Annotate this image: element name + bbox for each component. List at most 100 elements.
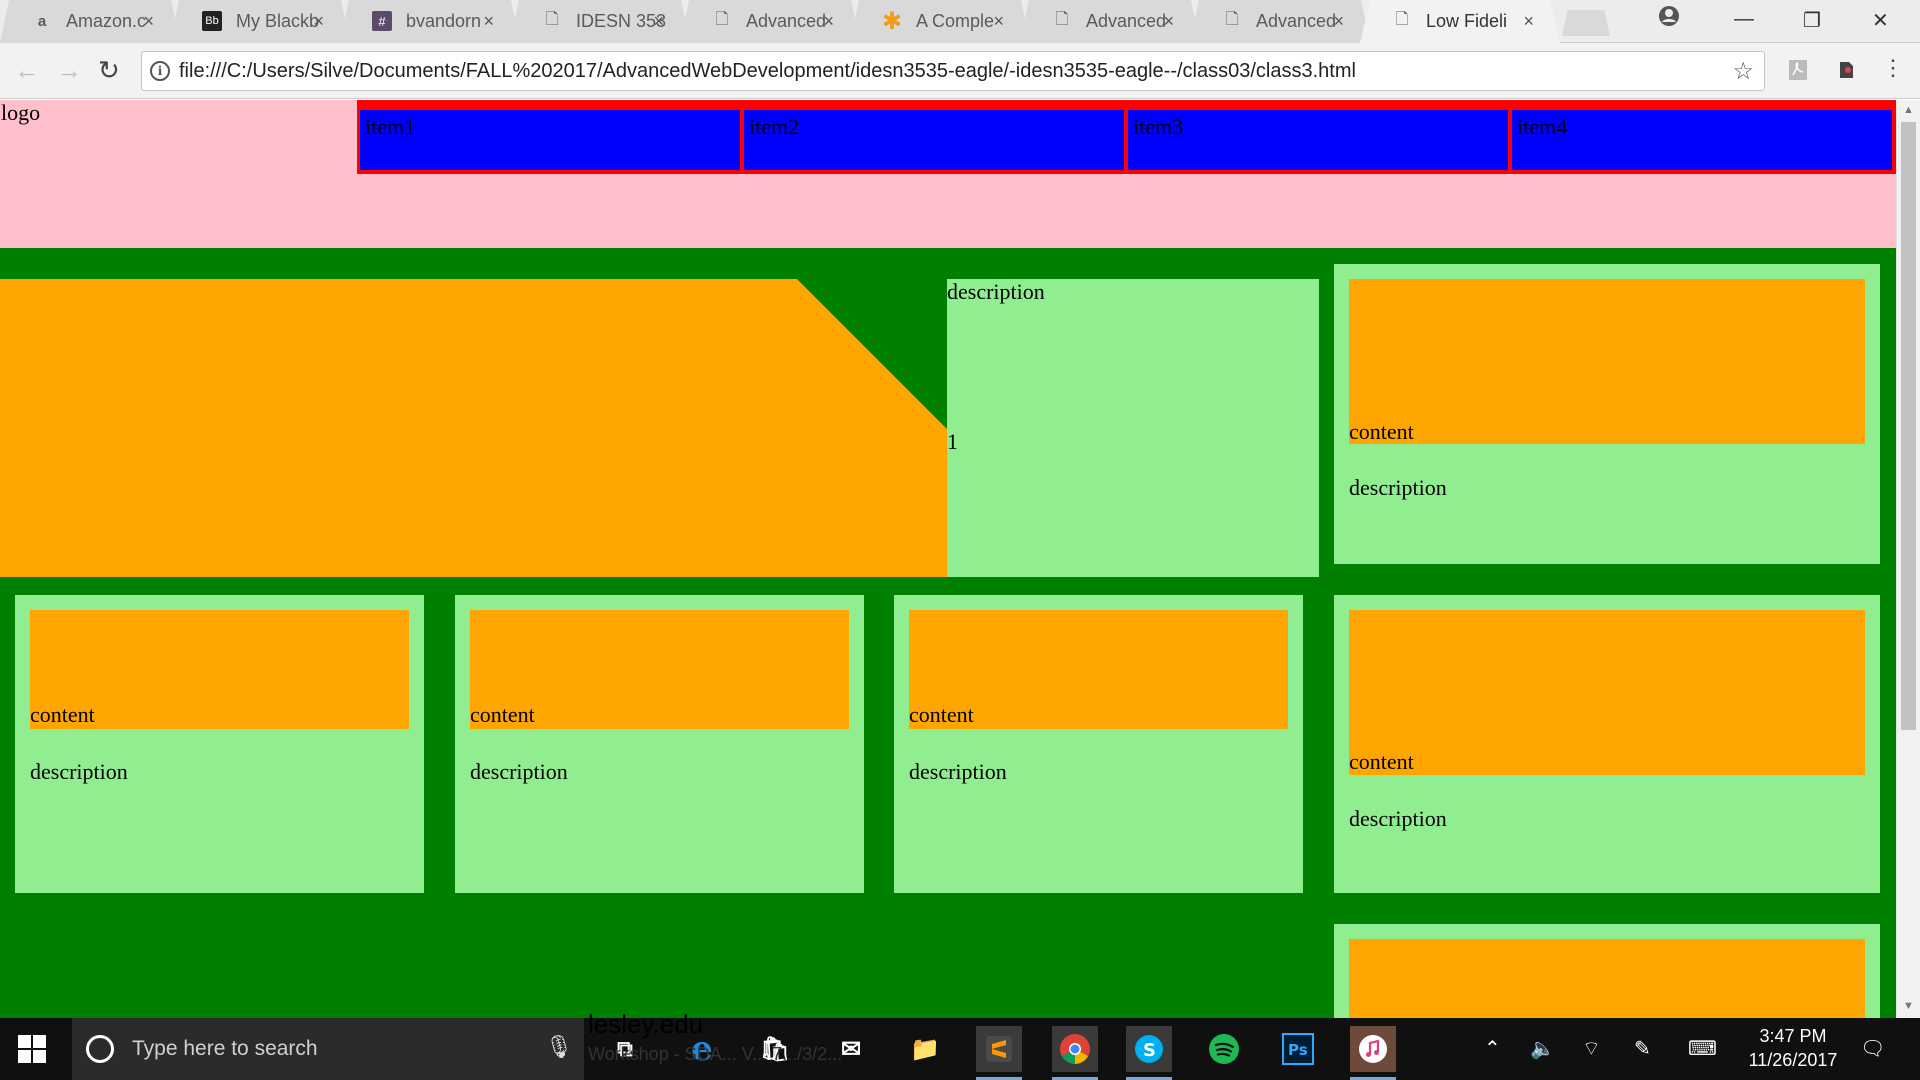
nav-item-label: item1 — [365, 114, 416, 139]
tab-advanced-2[interactable]: 🗋 Advanced × — [1020, 0, 1200, 43]
tab-amazon[interactable]: a Amazon.c × — [0, 0, 180, 43]
card-bottom-1: content description — [15, 595, 424, 893]
close-icon[interactable]: × — [313, 11, 324, 32]
close-icon[interactable]: × — [143, 11, 154, 32]
tab-low-fidelity[interactable]: 🗋 Low Fideli × — [1360, 0, 1560, 43]
chrome-icon[interactable] — [1052, 1026, 1098, 1080]
action-center-icon[interactable]: 🗨 — [1860, 1036, 1885, 1061]
windows-start-icon[interactable] — [18, 1035, 46, 1063]
address-url[interactable]: file:///C:/Users/Silve/Documents/FALL%20… — [179, 60, 1356, 83]
card-media — [1349, 610, 1865, 775]
back-icon[interactable]: ← — [14, 55, 40, 86]
minimize-icon[interactable]: — — [1734, 8, 1754, 31]
scroll-up-arrow-icon[interactable]: ▲ — [1903, 104, 1914, 116]
slack-icon: # — [372, 11, 392, 31]
page-scrollbar[interactable]: ▲ ▼ — [1896, 100, 1920, 1018]
page-icon: 🗋 — [1055, 10, 1069, 28]
tab-slack[interactable]: # bvandorn × — [340, 0, 520, 43]
info-icon[interactable]: i — [150, 61, 170, 81]
file-explorer-icon[interactable]: 📁 — [902, 1026, 948, 1072]
scroll-down-arrow-icon[interactable]: ▼ — [1903, 1000, 1914, 1012]
nav-item-4[interactable]: item4 — [1512, 110, 1892, 170]
card-content: content — [1349, 419, 1414, 444]
card-description: description — [30, 759, 128, 784]
windows-taskbar: Type here to search 🎙 ⧉ e 🛍 ✉ 📁 S Ps ⌃ 🔈… — [0, 1018, 1920, 1080]
hero-text-panel: description 1 — [947, 279, 1319, 577]
nav-item-3[interactable]: item3 — [1128, 110, 1508, 170]
tab-blackboard[interactable]: Bb My Blackb × — [170, 0, 350, 43]
close-icon[interactable]: × — [483, 11, 494, 32]
pdf-extension-icon[interactable] — [1786, 58, 1810, 82]
close-icon[interactable]: × — [1523, 11, 1534, 32]
close-icon[interactable]: × — [1163, 11, 1174, 32]
taskbar-search[interactable]: Type here to search 🎙 — [72, 1018, 584, 1080]
card-content: content — [470, 702, 535, 727]
address-bar[interactable]: i file:///C:/Users/Silve/Documents/FALL%… — [141, 51, 1765, 91]
clock-date: 11/26/2017 — [1748, 1050, 1838, 1070]
touch-keyboard-icon[interactable]: ⌨ — [1688, 1036, 1717, 1061]
volume-icon[interactable]: 🔈 — [1530, 1036, 1555, 1061]
forward-icon[interactable]: → — [56, 55, 82, 86]
network-icon[interactable]: ⌔ — [1582, 1036, 1601, 1061]
search-placeholder[interactable]: Type here to search — [132, 1037, 318, 1061]
clock-time: 3:47 PM — [1759, 1026, 1827, 1046]
card-description: description — [909, 759, 1007, 784]
cortana-icon[interactable] — [86, 1035, 114, 1063]
spotify-icon[interactable] — [1201, 1026, 1247, 1072]
profile-icon[interactable] — [1658, 5, 1680, 33]
bookmark-star-icon[interactable]: ☆ — [1732, 57, 1754, 86]
svg-text:S: S — [1143, 1040, 1156, 1061]
page-icon: 🗋 — [545, 10, 559, 28]
sublime-text-icon[interactable] — [976, 1026, 1022, 1080]
page-icon: 🗋 — [715, 10, 729, 28]
tray-overflow-chevron-icon[interactable]: ⌃ — [1484, 1036, 1501, 1061]
hero-description: description — [947, 279, 1045, 304]
background-window-text: lesley.edu — [588, 1009, 704, 1039]
menu-kebab-icon[interactable]: ⋮ — [1882, 55, 1904, 81]
new-tab-button[interactable] — [1562, 10, 1610, 36]
card-description: description — [1349, 806, 1447, 831]
window-close-icon[interactable]: ✕ — [1872, 8, 1889, 33]
tab-complete[interactable]: ✱ A Comple × — [850, 0, 1030, 43]
card-content: content — [1349, 749, 1414, 774]
close-icon[interactable]: × — [1333, 11, 1344, 32]
main-nav: item1 item2 item3 item4 — [357, 100, 1896, 174]
evernote-extension-icon[interactable] — [1834, 58, 1858, 82]
main-content: description 1 content description conten… — [0, 248, 1896, 1018]
close-icon[interactable]: × — [823, 11, 834, 32]
nav-item-label: item3 — [1133, 114, 1184, 139]
tab-title: Low Fideli — [1426, 11, 1508, 31]
reload-icon[interactable]: ↻ — [98, 55, 120, 86]
tab-advanced-1[interactable]: 🗋 Advanced × — [680, 0, 860, 43]
page-icon: 🗋 — [1225, 10, 1239, 28]
system-clock[interactable]: 3:47 PM 11/26/2017 — [1738, 1024, 1848, 1072]
browser-toolbar: ← → ↻ i file:///C:/Users/Silve/Documents… — [0, 43, 1920, 99]
nav-item-label: item4 — [1517, 114, 1568, 139]
close-icon[interactable]: × — [653, 11, 664, 32]
nav-item-label: item2 — [749, 114, 800, 139]
card-media — [1349, 939, 1865, 1018]
close-icon[interactable]: × — [993, 11, 1004, 32]
pen-workspace-icon[interactable]: ✎ — [1634, 1036, 1651, 1061]
card-side-3 — [1334, 924, 1880, 1018]
skype-icon[interactable]: S — [1126, 1026, 1172, 1080]
card-content: content — [30, 702, 95, 727]
tab-strip: a Amazon.c × Bb My Blackb × # bvandorn ×… — [0, 0, 1920, 43]
nav-item-2[interactable]: item2 — [744, 110, 1124, 170]
tab-idesn[interactable]: 🗋 IDESN 353 × — [510, 0, 690, 43]
nav-item-1[interactable]: item1 — [360, 110, 740, 170]
tab-advanced-3[interactable]: 🗋 Advanced × — [1190, 0, 1370, 43]
card-side-1: content description — [1334, 264, 1880, 564]
itunes-icon[interactable] — [1350, 1026, 1396, 1080]
microphone-icon[interactable]: 🎙 — [545, 1034, 573, 1060]
card-media — [1349, 279, 1865, 444]
page-viewport: logo item1 item2 item3 item4 description… — [0, 100, 1896, 1018]
scroll-thumb[interactable] — [1901, 122, 1916, 730]
restore-icon[interactable]: ❐ — [1803, 8, 1821, 33]
svg-text:Ps: Ps — [1288, 1041, 1308, 1059]
blackboard-icon: Bb — [202, 11, 222, 31]
logo: logo — [1, 100, 41, 125]
card-description: description — [470, 759, 568, 784]
card-description: description — [1349, 475, 1447, 500]
photoshop-icon[interactable]: Ps — [1275, 1026, 1321, 1072]
